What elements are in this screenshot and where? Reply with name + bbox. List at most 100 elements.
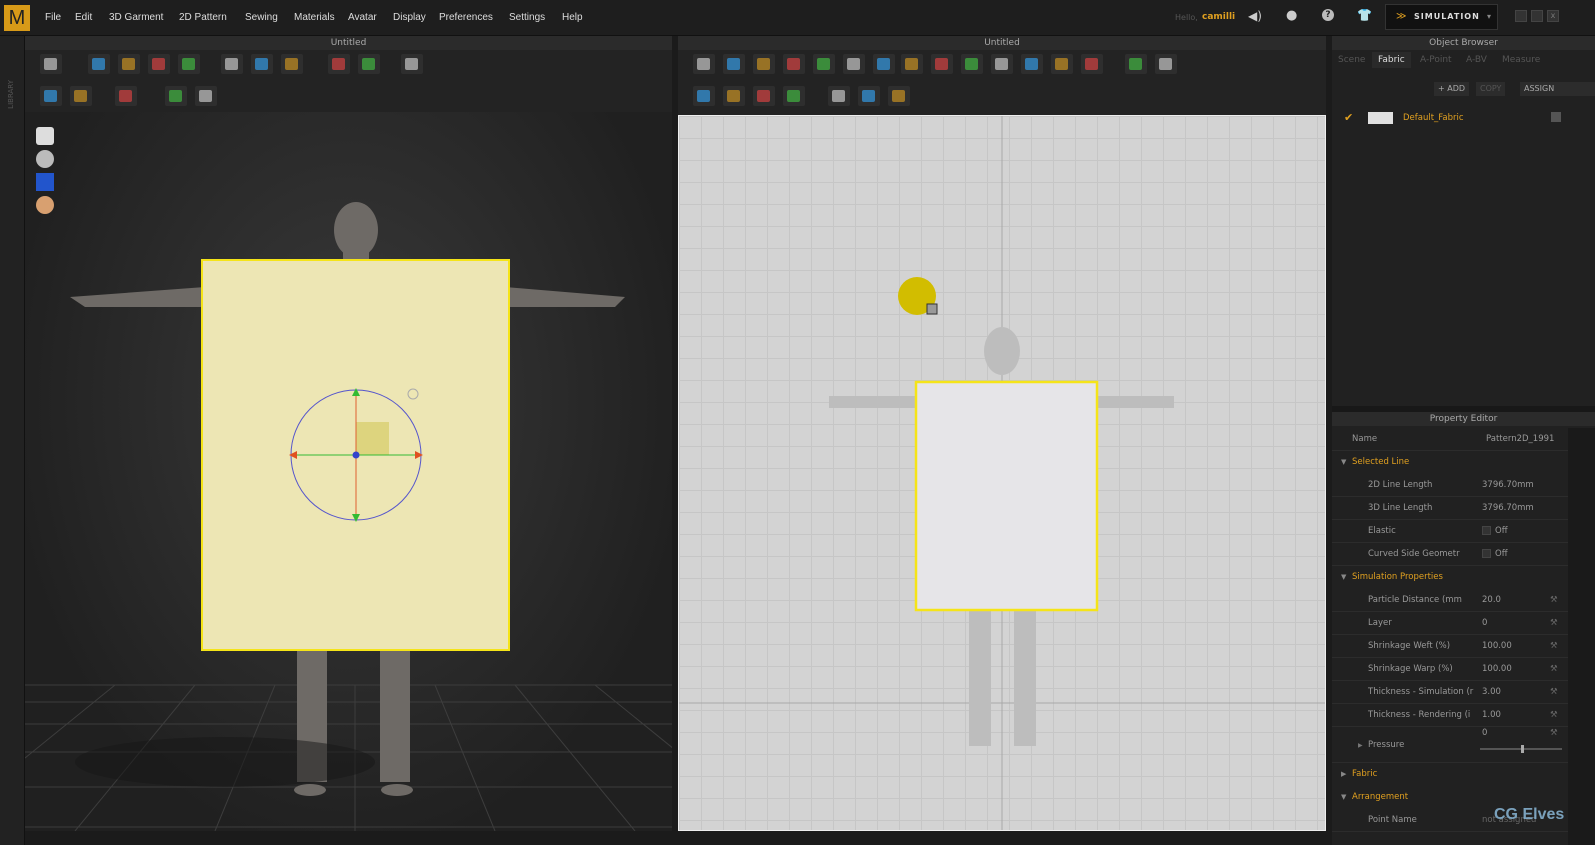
menu-sewing[interactable]: Sewing — [245, 12, 278, 23]
tab-fabric[interactable]: Fabric — [1372, 52, 1411, 68]
toolbar-tool-icon[interactable] — [753, 86, 775, 106]
toolbar-tool-icon[interactable] — [70, 86, 92, 106]
toolbar-tool-icon[interactable] — [693, 86, 715, 106]
toolbar-tool-icon[interactable] — [115, 86, 137, 106]
dropdown-arrow-icon[interactable]: ▾ — [1487, 12, 1491, 21]
prop-row[interactable]: Shrinkage Warp (%) 100.00 ⚒ — [1332, 658, 1568, 681]
minimize-icon[interactable] — [1515, 10, 1527, 22]
toolbar-tool-icon[interactable] — [195, 86, 217, 106]
tab-a-point[interactable]: A-Point — [1414, 52, 1458, 68]
toolbar-tool-icon[interactable] — [178, 54, 200, 74]
prop-row: 2D Line Length 3796.70mm — [1332, 474, 1568, 497]
toolbar-tool-icon[interactable] — [693, 54, 715, 74]
toolbar-tool-icon[interactable] — [888, 86, 910, 106]
toolbar-tool-icon[interactable] — [723, 54, 745, 74]
toolbar-tool-icon[interactable] — [828, 86, 850, 106]
scrollbar[interactable] — [1568, 428, 1595, 845]
library-sidebar[interactable]: LIBRARY — [0, 36, 25, 845]
skin-view-icon[interactable] — [36, 196, 54, 214]
tab-scene[interactable]: Scene — [1332, 52, 1371, 68]
toolbar-tool-icon[interactable] — [148, 54, 170, 74]
toolbar-tool-icon[interactable] — [783, 54, 805, 74]
pressure-slider[interactable] — [1480, 745, 1562, 753]
toolbar-tool-icon[interactable] — [221, 54, 243, 74]
toolbar-tool-icon[interactable] — [753, 54, 775, 74]
viewport-2d[interactable] — [678, 115, 1326, 831]
toolbar-tool-icon[interactable] — [118, 54, 140, 74]
toolbar-tool-icon[interactable] — [901, 54, 923, 74]
elastic-checkbox[interactable] — [1482, 526, 1491, 535]
toolbar-tool-icon[interactable] — [873, 54, 895, 74]
prop-row[interactable]: Thickness - Rendering (i 1.00 ⚒ — [1332, 704, 1568, 727]
prop-row[interactable]: Thickness - Simulation (r 3.00 ⚒ — [1332, 681, 1568, 704]
menu-3d-garment[interactable]: 3D Garment — [109, 12, 163, 23]
mode-selector[interactable]: ≫ SIMULATION ▾ — [1385, 4, 1498, 30]
toolbar-tool-icon[interactable] — [858, 86, 880, 106]
menu-file[interactable]: File — [45, 12, 61, 23]
speaker-icon[interactable]: ◀) — [1248, 9, 1262, 23]
section-fabric[interactable]: ▶ Fabric — [1332, 763, 1568, 786]
menu-help[interactable]: Help — [562, 12, 583, 23]
toolbar-tool-icon[interactable] — [843, 54, 865, 74]
toolbar-tool-icon[interactable] — [251, 54, 273, 74]
tab-measure[interactable]: Measure — [1496, 52, 1546, 68]
tool-glyph-icon — [1055, 58, 1068, 70]
toolbar-tool-icon[interactable] — [40, 86, 62, 106]
toolbar-tool-icon[interactable] — [961, 54, 983, 74]
prop-pressure[interactable]: ▶ Pressure 0 ⚒ — [1332, 727, 1568, 763]
tab-a-bv[interactable]: A-BV — [1460, 52, 1493, 68]
assign-button[interactable]: ASSIGN — [1520, 82, 1595, 96]
tool-glyph-icon — [787, 58, 800, 70]
garment-view-icon[interactable] — [36, 127, 54, 145]
garment-plus-icon[interactable]: 👕 — [1357, 8, 1372, 22]
view3d-title: Untitled — [330, 38, 367, 48]
toolbar-tool-icon[interactable] — [40, 54, 62, 74]
section-simulation-properties[interactable]: ▼ Simulation Properties — [1332, 566, 1568, 589]
prop-row[interactable]: Particle Distance (mm 20.0 ⚒ — [1332, 589, 1568, 612]
help-icon[interactable]: ? — [1322, 9, 1334, 21]
toolbar-tool-icon[interactable] — [931, 54, 953, 74]
toolbar-tool-icon[interactable] — [328, 54, 350, 74]
section-selected-line[interactable]: ▼ Selected Line — [1332, 451, 1568, 474]
add-button[interactable]: + ADD — [1434, 82, 1470, 96]
object-browser-header: Object Browser — [1332, 36, 1595, 50]
toolbar-tool-icon[interactable] — [991, 54, 1013, 74]
curved-side-checkbox[interactable] — [1482, 549, 1491, 558]
toolbar-tool-icon[interactable] — [813, 54, 835, 74]
toolbar-tool-icon[interactable] — [281, 54, 303, 74]
toolbar-tool-icon[interactable] — [401, 54, 423, 74]
property-list: Name Pattern2D_1991 ▼ Selected Line 2D Lin… — [1332, 428, 1595, 845]
toolbar-tool-icon[interactable] — [783, 86, 805, 106]
menu-display[interactable]: Display — [393, 12, 426, 23]
prop-row[interactable]: Shrinkage Weft (%) 100.00 ⚒ — [1332, 635, 1568, 658]
toolbar-tool-icon[interactable] — [358, 54, 380, 74]
save-icon[interactable] — [1551, 112, 1561, 122]
toolbar-tool-icon[interactable] — [1155, 54, 1177, 74]
menu-edit[interactable]: Edit — [75, 12, 92, 23]
toolbar-tool-icon[interactable] — [88, 54, 110, 74]
menu-2d-pattern[interactable]: 2D Pattern — [179, 12, 227, 23]
menu-preferences[interactable]: Preferences — [439, 12, 493, 23]
toolbar-tool-icon[interactable] — [165, 86, 187, 106]
toolbar-tool-icon[interactable] — [1021, 54, 1043, 74]
fabric-list-item[interactable]: ✔ Default_Fabric — [1332, 108, 1568, 128]
menu-materials[interactable]: Materials — [294, 12, 335, 23]
menu-settings[interactable]: Settings — [509, 12, 545, 23]
toolbar-tool-icon[interactable] — [1125, 54, 1147, 74]
slider-handle[interactable] — [1521, 745, 1524, 753]
copy-button[interactable]: COPY — [1476, 82, 1506, 96]
menu-avatar[interactable]: Avatar — [348, 12, 377, 23]
prop-elastic[interactable]: Elastic Off — [1332, 520, 1568, 543]
toolbar-tool-icon[interactable] — [1081, 54, 1103, 74]
close-icon[interactable]: x — [1547, 10, 1559, 22]
viewport-3d[interactable] — [25, 112, 672, 831]
prop-row[interactable]: Layer 0 ⚒ — [1332, 612, 1568, 635]
toolbar-tool-icon[interactable] — [723, 86, 745, 106]
prop-curved-side[interactable]: Curved Side Geometr Off — [1332, 543, 1568, 566]
avatar-view-icon[interactable] — [36, 150, 54, 168]
toolbar-tool-icon[interactable] — [1051, 54, 1073, 74]
texture-view-icon[interactable] — [36, 173, 54, 191]
maximize-icon[interactable] — [1531, 10, 1543, 22]
user-icon[interactable]: ● — [1286, 8, 1297, 23]
tool-glyph-icon — [362, 58, 375, 70]
